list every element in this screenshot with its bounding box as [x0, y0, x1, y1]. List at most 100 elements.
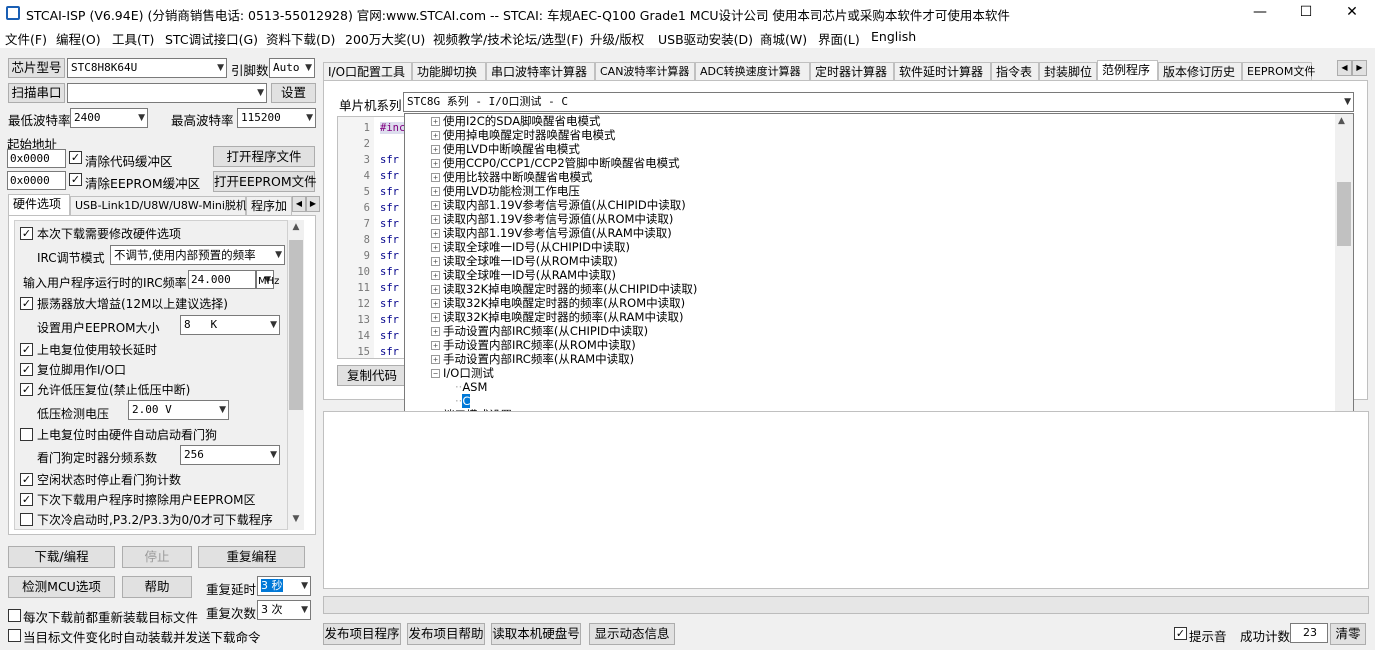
expand-icon[interactable]: + — [431, 173, 440, 182]
tab-version-history[interactable]: 版本修订历史 — [1158, 62, 1242, 80]
collapse-icon[interactable]: − — [431, 369, 440, 378]
wdt-divider-select[interactable]: 256 ▼ — [180, 445, 280, 465]
tree-item[interactable]: + 使用比较器中断唤醒省电模式 — [431, 170, 593, 184]
reset-io-checkbox[interactable]: ✓ — [20, 363, 33, 376]
modify-hw-checkbox[interactable]: ✓ — [20, 227, 33, 240]
tab-delay-calc[interactable]: 软件延时计算器 — [894, 62, 991, 80]
settings-button[interactable]: 设置 — [271, 83, 316, 103]
code-editor[interactable]: 1 2 3 4 5 6 7 8 9 10 11 12 13 14 15 #inc sfr sfr sfr sfr sf… — [337, 116, 407, 359]
tree-item[interactable]: + 使用I2C的SDA脚唤醒省电模式 — [431, 114, 601, 128]
expand-icon[interactable]: + — [431, 285, 440, 294]
expand-icon[interactable]: + — [431, 159, 440, 168]
tab-program-add[interactable]: 程序加 — [246, 196, 292, 216]
tab-io-config[interactable]: I/O口配置工具 — [323, 62, 412, 80]
tab-scroll-right-icon[interactable]: ▶ — [306, 196, 320, 212]
hw-scrollbar[interactable]: ▲ ▼ — [288, 220, 304, 530]
menu-download[interactable]: 资料下载(D) — [266, 29, 335, 48]
long-delay-checkbox[interactable]: ✓ — [20, 343, 33, 356]
menu-file[interactable]: 文件(F) — [5, 29, 47, 48]
tree-item[interactable]: + 使用LVD中断唤醒省电模式 — [431, 142, 580, 156]
tree-item[interactable]: + 使用CCP0/CCP1/CCP2管脚中断唤醒省电模式 — [431, 156, 680, 170]
tab-instructions[interactable]: 指令表 — [991, 62, 1039, 80]
tree-item[interactable]: − I/O口测试 — [431, 366, 494, 380]
expand-icon[interactable]: + — [431, 201, 440, 210]
expand-icon[interactable]: + — [431, 243, 440, 252]
osc-gain-checkbox[interactable]: ✓ — [20, 297, 33, 310]
idle-wdt-checkbox[interactable]: ✓ — [20, 473, 33, 486]
tree-item[interactable]: + 读取32K掉电唤醒定时器的频率(从RAM中读取) — [431, 310, 683, 324]
tab-usb-link[interactable]: USB-Link1D/U8W/U8W-Mini脱机 — [70, 196, 247, 216]
tree-item[interactable]: ··ASM — [455, 380, 487, 394]
tab-package-pins[interactable]: 封装脚位 — [1039, 62, 1097, 80]
expand-icon[interactable]: + — [431, 131, 440, 140]
publish-help-button[interactable]: 发布项目帮助 — [407, 623, 485, 645]
tab-timer-calc[interactable]: 定时器计算器 — [810, 62, 894, 80]
menu-prize[interactable]: 200万大奖(U) — [345, 29, 425, 48]
expand-icon[interactable]: + — [431, 187, 440, 196]
expand-icon[interactable]: + — [431, 327, 440, 336]
tree-item[interactable]: + 使用LVD功能检测工作电压 — [431, 184, 580, 198]
expand-icon[interactable]: + — [431, 313, 440, 322]
tree-item[interactable]: ··C — [455, 394, 471, 408]
max-baud-select[interactable]: 115200 ▼ — [237, 108, 316, 128]
min-baud-select[interactable]: 2400 ▼ — [70, 108, 148, 128]
expand-icon[interactable]: + — [431, 229, 440, 238]
tree-item[interactable]: + 读取全球唯一ID号(从CHIPID中读取) — [431, 240, 630, 254]
tab-pin-switch[interactable]: 功能脚切换 — [412, 62, 486, 80]
repeat-delay-select[interactable]: 3 秒 ▼ — [257, 576, 311, 596]
tree-item[interactable]: + 手动设置内部IRC频率(从ROM中读取) — [431, 338, 636, 352]
expand-icon[interactable]: + — [431, 341, 440, 350]
tree-item[interactable]: + 读取全球唯一ID号(从ROM中读取) — [431, 254, 618, 268]
stop-button[interactable]: 停止 — [122, 546, 192, 568]
code-address-input[interactable]: 0x0000 — [7, 149, 66, 168]
tree-item[interactable]: + 读取全球唯一ID号(从RAM中读取) — [431, 268, 616, 282]
close-button[interactable]: ✕ — [1329, 0, 1375, 26]
expand-icon[interactable]: + — [431, 299, 440, 308]
hw-scroll-thumb[interactable] — [289, 240, 303, 410]
lv-detect-select[interactable]: 2.00 V ▼ — [128, 400, 229, 420]
tab-hardware-options[interactable]: 硬件选项 — [8, 194, 70, 216]
open-program-button[interactable]: 打开程序文件 — [213, 146, 315, 167]
chip-type-button[interactable]: 芯片型号 — [8, 58, 65, 78]
help-button[interactable]: 帮助 — [122, 576, 192, 598]
expand-icon[interactable]: + — [431, 271, 440, 280]
expand-icon[interactable]: + — [431, 215, 440, 224]
irc-freq-input[interactable]: 24.000 — [188, 270, 256, 289]
menu-debug[interactable]: STC调试接口(G) — [165, 29, 258, 48]
beep-checkbox[interactable]: ✓ — [1174, 627, 1187, 640]
port-select[interactable]: ▼ — [67, 83, 267, 103]
menu-upgrade[interactable]: 升级/版权 — [590, 29, 644, 48]
eeprom-size-select[interactable]: 8 K ▼ — [180, 315, 280, 335]
pins-select[interactable]: Auto ▼ — [269, 58, 315, 78]
clear-code-checkbox[interactable]: ✓ — [69, 151, 82, 164]
scan-port-button[interactable]: 扫描串口 — [8, 83, 65, 103]
menu-interface[interactable]: 界面(L) — [818, 29, 860, 48]
reprogram-button[interactable]: 重复编程 — [198, 546, 305, 568]
menu-english[interactable]: English — [871, 29, 916, 44]
tree-item[interactable]: + 读取内部1.19V参考信号源值(从RAM中读取) — [431, 226, 672, 240]
eeprom-address-input[interactable]: 0x0000 — [7, 171, 66, 190]
scroll-down-icon[interactable]: ▼ — [289, 514, 303, 524]
tree-item[interactable]: + 读取32K掉电唤醒定时器的频率(从ROM中读取) — [431, 296, 685, 310]
mcu-series-select[interactable]: STC8G 系列 - I/O口测试 - C ▼ — [403, 92, 1354, 112]
menu-shop[interactable]: 商城(W) — [760, 29, 807, 48]
reload-every-checkbox[interactable] — [8, 609, 21, 622]
expand-icon[interactable]: + — [431, 117, 440, 126]
clear-count-button[interactable]: 清零 — [1330, 623, 1366, 645]
maximize-button[interactable]: ☐ — [1283, 0, 1329, 26]
repeat-count-select[interactable]: 3 次 ▼ — [257, 600, 311, 620]
download-program-button[interactable]: 下载/编程 — [8, 546, 115, 568]
menu-program[interactable]: 编程(O) — [56, 29, 101, 48]
expand-icon[interactable]: + — [431, 145, 440, 154]
minimize-button[interactable]: — — [1237, 0, 1283, 26]
menu-usb-driver[interactable]: USB驱动安装(D) — [658, 29, 753, 48]
tree-item[interactable]: + 手动设置内部IRC频率(从RAM中读取) — [431, 352, 634, 366]
erase-eeprom-checkbox[interactable]: ✓ — [20, 493, 33, 506]
tree-item[interactable]: + 手动设置内部IRC频率(从CHIPID中读取) — [431, 324, 648, 338]
open-eeprom-button[interactable]: 打开EEPROM文件 — [213, 171, 317, 192]
irc-mode-select[interactable]: 不调节,使用内部预置的频率 ▼ — [110, 245, 285, 265]
publish-project-button[interactable]: 发布项目程序 — [323, 623, 401, 645]
right-tab-scroll-left-icon[interactable]: ◀ — [1337, 60, 1352, 76]
show-dynamic-button[interactable]: 显示动态信息 — [589, 623, 675, 645]
tab-can-baud[interactable]: CAN波特率计算器 — [595, 62, 695, 80]
